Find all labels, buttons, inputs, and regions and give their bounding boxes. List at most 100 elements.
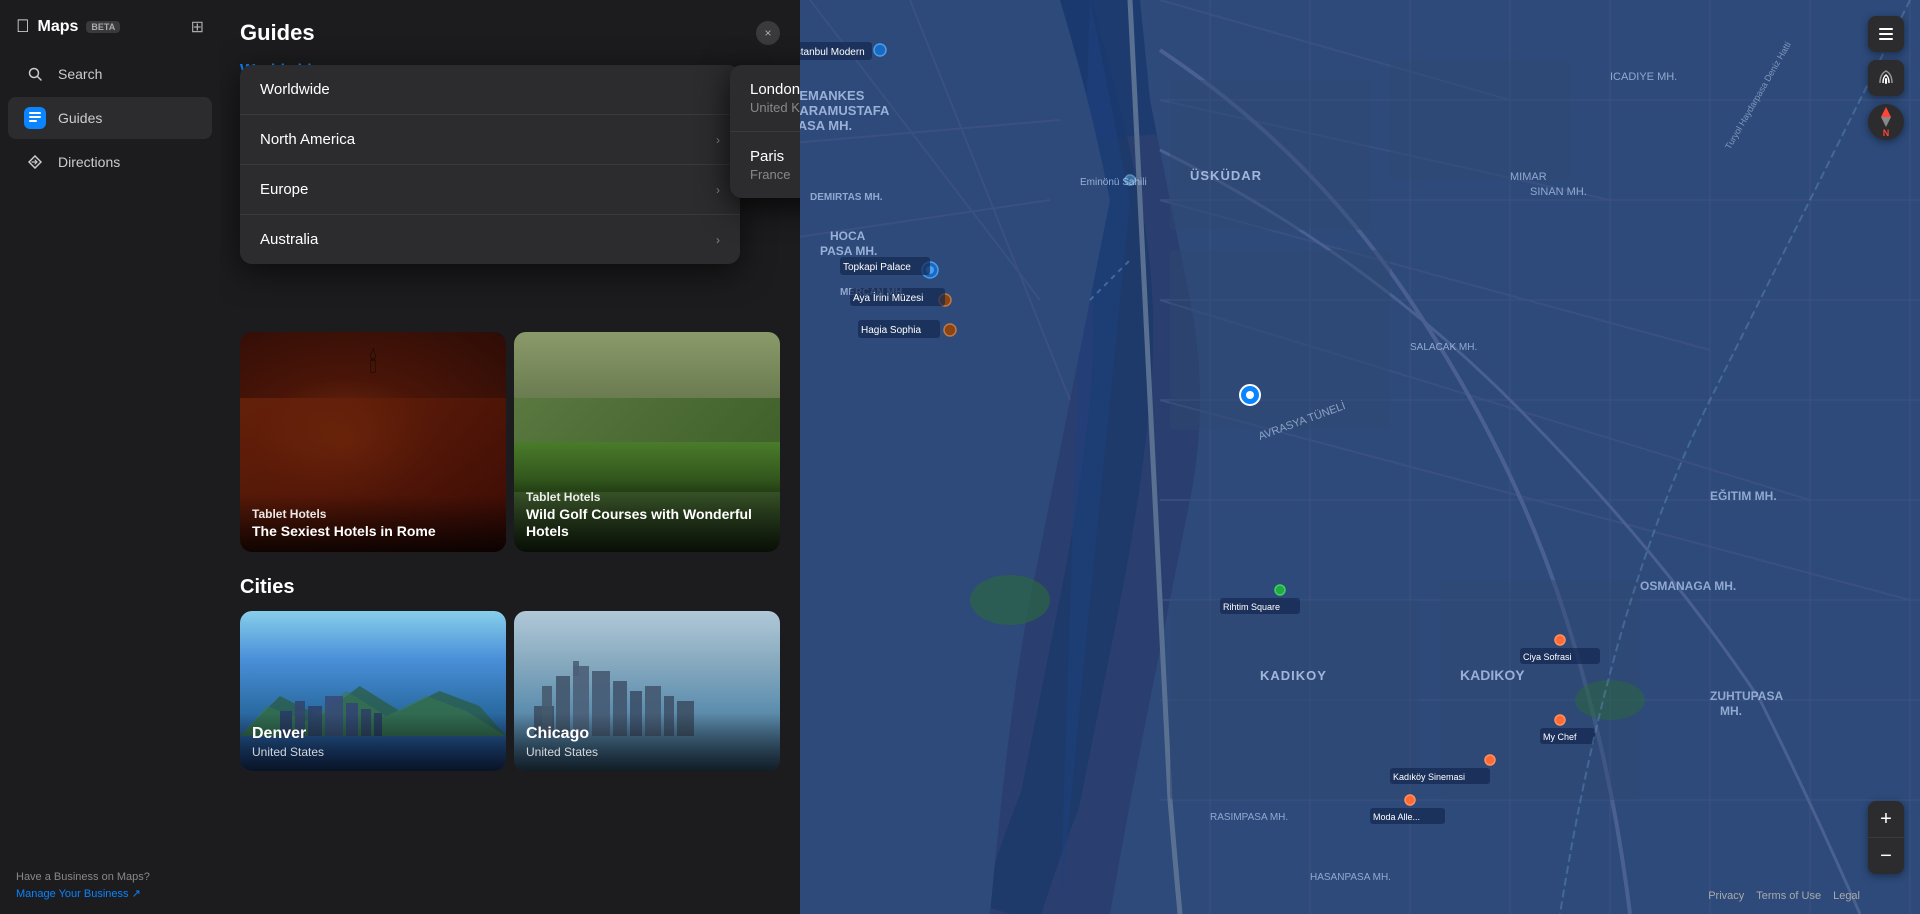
- map-signal-button[interactable]: [1868, 60, 1904, 96]
- guides-header: Guides ×: [220, 0, 800, 58]
- terms-link[interactable]: Terms of Use: [1756, 890, 1821, 902]
- search-label: Search: [58, 66, 102, 82]
- chevron-right-icon-3: ›: [716, 233, 720, 247]
- svg-text:Istanbul Modern: Istanbul Modern: [800, 47, 865, 58]
- legal-link[interactable]: Legal: [1833, 890, 1860, 902]
- zoom-in-icon: +: [1880, 808, 1892, 831]
- business-title: Have a Business on Maps?: [16, 869, 204, 886]
- denver-name: Denver: [252, 725, 494, 743]
- city-card-denver[interactable]: Denver United States: [240, 611, 506, 771]
- zoom-out-icon: −: [1880, 845, 1892, 868]
- sidebar:  Maps BETA ⊞ Search: [0, 0, 220, 914]
- map-layers-button[interactable]: [1868, 16, 1904, 52]
- denver-country: United States: [252, 745, 494, 759]
- dropdown-item-australia[interactable]: Australia ›: [240, 215, 740, 264]
- svg-text:MIMAR: MIMAR: [1510, 171, 1547, 183]
- svg-text:PASA MH.: PASA MH.: [800, 118, 852, 133]
- region-dropdown: Worldwide North America › Europe › Austr…: [240, 65, 740, 264]
- dropdown-item-worldwide[interactable]: Worldwide: [240, 65, 740, 115]
- svg-text:Kadıköy Sinemasi: Kadıköy Sinemasi: [1393, 772, 1465, 782]
- chandelier-decoration: 🕯: [369, 347, 377, 380]
- compass-n-label: N: [1883, 128, 1890, 138]
- sidebar-item-guides[interactable]: Guides: [8, 97, 212, 139]
- business-link[interactable]: Have a Business on Maps? Manage Your Bus…: [16, 869, 204, 902]
- svg-text:KARAMUSTAFA: KARAMUSTAFA: [800, 103, 890, 118]
- guides-content: 🕯 Tablet Hotels The Sexiest Hotels in Ro…: [220, 332, 800, 914]
- australia-option: Australia: [260, 231, 318, 248]
- worldwide-option: Worldwide: [260, 81, 330, 98]
- svg-text:My Chef: My Chef: [1543, 732, 1577, 742]
- app-title: Maps: [38, 18, 79, 36]
- svg-text:SINAN MH.: SINAN MH.: [1530, 186, 1587, 198]
- city-country-london: United Kingdom: [750, 100, 800, 115]
- guides-panel: Guides × Worldwide ⌄ Worldwide North Ame…: [220, 0, 800, 914]
- svg-text:KADIKOY: KADIKOY: [1460, 667, 1525, 683]
- svg-text:DEMIRTAS MH.: DEMIRTAS MH.: [810, 192, 883, 203]
- city-name-paris: Paris: [750, 148, 800, 165]
- dropdown-item-north-america[interactable]: North America ›: [240, 115, 740, 165]
- zoom-controls: + −: [1868, 801, 1904, 874]
- sidebar-footer: Have a Business on Maps? Manage Your Bus…: [0, 857, 220, 914]
- chicago-name: Chicago: [526, 725, 768, 743]
- sidebar-item-directions[interactable]: Directions: [8, 141, 212, 183]
- svg-text:ÜSKÜDAR: ÜSKÜDAR: [1190, 168, 1262, 183]
- svg-text:Ciya Sofrasi: Ciya Sofrasi: [1523, 652, 1572, 662]
- map-area: ÜSKÜDAR KADIKOY MERCAN MH. DEMIRTAS MH. …: [800, 0, 1920, 914]
- svg-text:RASIMPASA MH.: RASIMPASA MH.: [1210, 812, 1288, 823]
- guide-cards-row: 🕯 Tablet Hotels The Sexiest Hotels in Ro…: [240, 332, 780, 552]
- guides-label: Guides: [58, 110, 102, 126]
- close-button[interactable]: ×: [756, 21, 780, 45]
- north-america-option: North America: [260, 131, 355, 148]
- svg-text:KEMANKES: KEMANKES: [800, 88, 865, 103]
- chicago-card-overlay: Chicago United States: [514, 713, 780, 771]
- sidebar-item-search[interactable]: Search: [8, 53, 212, 95]
- svg-text:Hagia Sophia: Hagia Sophia: [861, 325, 921, 336]
- map-toolbar: N: [1868, 16, 1904, 140]
- svg-text:HASANPASA MH.: HASANPASA MH.: [1310, 872, 1391, 883]
- city-card-chicago[interactable]: Chicago United States: [514, 611, 780, 771]
- compass-button[interactable]: N: [1868, 104, 1904, 140]
- sidebar-toggle-icon[interactable]: ⊞: [191, 17, 204, 37]
- svg-text:OSMANAGA MH.: OSMANAGA MH.: [1640, 579, 1736, 593]
- golf-card-overlay: Tablet Hotels Wild Golf Courses with Won…: [514, 478, 780, 552]
- guide-card-rome[interactable]: 🕯 Tablet Hotels The Sexiest Hotels in Ro…: [240, 332, 506, 552]
- map-svg: ÜSKÜDAR KADIKOY MERCAN MH. DEMIRTAS MH. …: [800, 0, 1920, 914]
- city-name-london: London: [750, 81, 800, 98]
- svg-text:PASA MH.: PASA MH.: [820, 244, 877, 258]
- rome-card-overlay: Tablet Hotels The Sexiest Hotels in Rome: [240, 495, 506, 552]
- dropdown-item-europe[interactable]: Europe ›: [240, 165, 740, 215]
- guide-card-golf[interactable]: Tablet Hotels Wild Golf Courses with Won…: [514, 332, 780, 552]
- svg-text:Moda Alle...: Moda Alle...: [1373, 812, 1420, 822]
- guides-title: Guides: [240, 20, 315, 46]
- beta-badge: BETA: [86, 21, 120, 33]
- search-icon: [24, 63, 46, 85]
- svg-text:Aya İrini Müzesi: Aya İrini Müzesi: [853, 291, 923, 304]
- chicago-country: United States: [526, 745, 768, 759]
- europe-city-london[interactable]: London United Kingdom: [730, 65, 800, 132]
- golf-brand: Tablet Hotels: [526, 490, 768, 504]
- privacy-link[interactable]: Privacy: [1708, 890, 1744, 902]
- europe-submenu: London United Kingdom Paris France: [730, 65, 800, 198]
- svg-text:MH.: MH.: [1720, 704, 1742, 718]
- svg-text:ZUHTUPASA: ZUHTUPASA: [1710, 689, 1783, 703]
- guides-icon: [24, 107, 46, 129]
- directions-icon: [24, 151, 46, 173]
- svg-text:ICADIYE MH.: ICADIYE MH.: [1610, 71, 1677, 83]
- zoom-in-button[interactable]: +: [1868, 801, 1904, 837]
- svg-text:KADIKOY: KADIKOY: [1260, 668, 1327, 683]
- svg-text:HOCA: HOCA: [830, 229, 866, 243]
- directions-label: Directions: [58, 154, 120, 170]
- city-country-paris: France: [750, 167, 800, 182]
- svg-text:SALACAK MH.: SALACAK MH.: [1410, 342, 1477, 353]
- denver-card-overlay: Denver United States: [240, 713, 506, 771]
- close-icon: ×: [764, 26, 771, 40]
- chevron-right-icon-2: ›: [716, 183, 720, 197]
- zoom-out-button[interactable]: −: [1868, 838, 1904, 874]
- business-manage[interactable]: Manage Your Business ↗: [16, 886, 204, 903]
- rome-brand: Tablet Hotels: [252, 507, 494, 521]
- cities-section-title: Cities: [240, 576, 780, 599]
- europe-city-paris[interactable]: Paris France: [730, 132, 800, 198]
- svg-text:Eminönü Sahili: Eminönü Sahili: [1080, 177, 1147, 188]
- sidebar-header:  Maps BETA ⊞: [0, 0, 220, 45]
- svg-text:Rihtim Square: Rihtim Square: [1223, 602, 1280, 612]
